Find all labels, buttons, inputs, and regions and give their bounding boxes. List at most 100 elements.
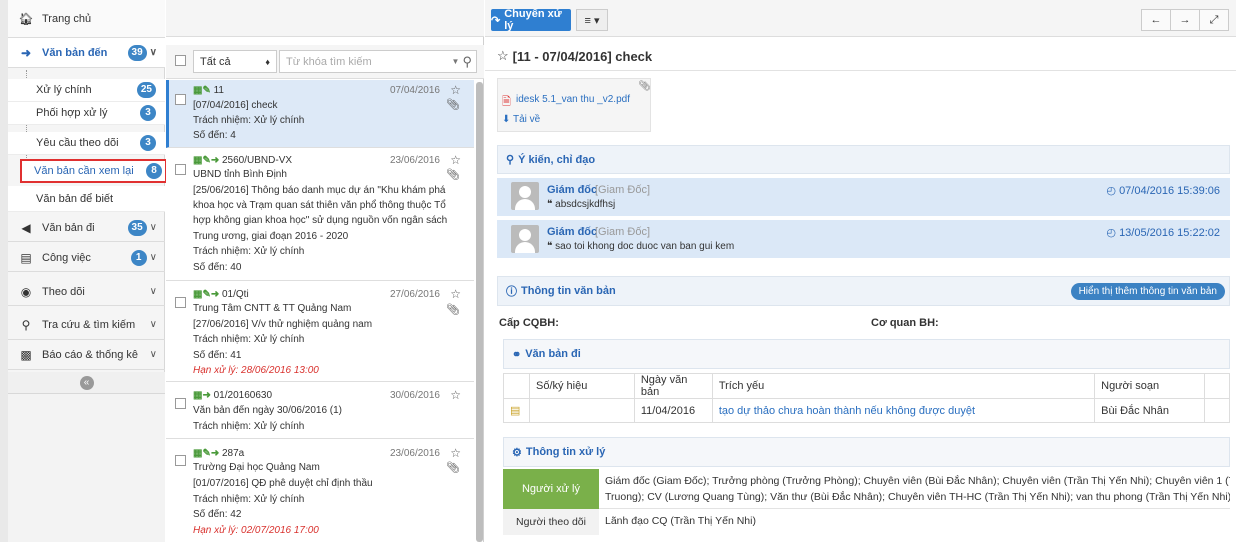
divider [485, 70, 1236, 71]
list-item[interactable]: ▦✎➜ 2560/UBND-VX 23/06/2016 ☆ 📎︎ UBND tỉ… [166, 149, 474, 281]
eye-icon: ◉ [20, 284, 32, 299]
star-icon[interactable]: ☆ [450, 446, 461, 460]
sidebar-item-incoming[interactable]: ➜ Văn bản đến 39 ∨ [8, 38, 165, 68]
select-arrows-icon: ♦ [265, 56, 270, 67]
search-icon[interactable]: ⚲ [462, 54, 472, 70]
pdf-icon: 🗎︎ [502, 96, 511, 108]
document-forward-icons: ▦✎➜ [193, 289, 220, 300]
list-item[interactable]: ▦✎➜ 287a 23/06/2016 ☆ 📎︎ Trường Đại học … [166, 440, 474, 542]
document-info-header: ⓘ Thông tin văn bản Hiển thị thêm thông … [497, 276, 1230, 306]
comment-item: Giám đốc [Giam Đốc] ❝ absdcsjkdfhsj ◴ 07… [497, 178, 1230, 216]
arrow-left-icon[interactable]: ← [1142, 10, 1171, 30]
list-scrollbar[interactable] [476, 82, 483, 542]
follower-value: Lãnh đạo CQ (Trần Thị Yến Nhi) [605, 515, 756, 527]
arrow-circle-left-icon: ◀ [21, 220, 31, 235]
table-header-row: Số/ký hiệu Ngày văn bản Trích yếu Người … [503, 373, 1231, 399]
count-badge: 8 [146, 163, 162, 179]
outgoing-count-badge: 35 [127, 219, 147, 236]
detail-toolbar: ↷ Chuyển xử lý ≡ ▾ ← → ⤢ [485, 0, 1236, 37]
attachment-icon: 📎︎ [638, 81, 651, 92]
quote-icon: ❝ [547, 241, 553, 252]
collapse-icon[interactable]: « [79, 375, 94, 390]
sidebar-collapse-bar: « [8, 372, 165, 394]
sidebar-subitem-coordinate[interactable]: Phối hợp xử lý 3 [8, 102, 165, 125]
clock-icon: ◴ [1106, 185, 1116, 197]
comment-item: Giám đốc [Giam Đốc] ❝ sao toi khong doc … [497, 220, 1230, 258]
tasks-count-badge: 1 [130, 249, 147, 266]
chevron-down-icon: ∨ [149, 222, 157, 233]
chevron-down-icon: ∨ [149, 319, 157, 330]
item-checkbox[interactable] [175, 297, 186, 308]
document-detail-pane: ↷ Chuyển xử lý ≡ ▾ ← → ⤢ ☆ [11 - 07/04/2… [485, 0, 1236, 542]
item-checkbox[interactable] [175, 398, 186, 409]
show-more-info-button[interactable]: Hiển thị thêm thông tin văn bản [1070, 283, 1225, 300]
expand-icon[interactable]: ⤢ [1200, 10, 1228, 30]
star-icon[interactable]: ☆ [450, 287, 461, 301]
document-summary-link[interactable]: tạo dự thảo chưa hoàn thành nếu không đư… [711, 398, 1096, 423]
search-input[interactable]: Từ khóa tìm kiếm [286, 56, 452, 68]
star-icon[interactable]: ☆ [450, 83, 461, 97]
document-forward-icons: ▦✎➜ [193, 155, 220, 166]
info-icon: ⓘ [506, 286, 517, 298]
item-checkbox[interactable] [175, 164, 186, 175]
select-all-checkbox[interactable] [175, 55, 186, 66]
lightbulb-icon: ⚲ [506, 154, 515, 166]
opinions-header: ⚲ Ý kiến, chỉ đạo [497, 145, 1230, 174]
sidebar-subitem-follow-request[interactable]: Yêu cầu theo dõi 3 [8, 132, 165, 155]
search-icon: ⚲ [21, 317, 31, 332]
sidebar-item-follow[interactable]: ◉ Theo dõi ∨ [8, 278, 165, 306]
page-title: ☆ [11 - 07/04/2016] check [497, 48, 653, 64]
sidebar-empty-area [8, 394, 165, 542]
outgoing-docs-table: Số/ký hiệu Ngày văn bản Trích yếu Người … [503, 373, 1231, 423]
sidebar-item-tasks[interactable]: ▤ Công việc 1 ∨ [8, 244, 165, 272]
forward-button[interactable]: ↷ Chuyển xử lý [491, 8, 571, 32]
chevron-down-icon: ∨ [149, 349, 157, 360]
search-field[interactable]: Từ khóa tìm kiếm ▼ ⚲ [279, 50, 477, 73]
menu-dropdown-button[interactable]: ≡ ▾ [576, 9, 608, 31]
star-icon[interactable]: ☆ [497, 48, 509, 64]
incoming-count-badge: 39 [127, 44, 147, 61]
arrow-right-icon[interactable]: → [1171, 10, 1200, 30]
chevron-down-icon: ∨ [149, 47, 157, 58]
list-item[interactable]: ▦➜ 01/20160630 30/06/2016 ☆ Văn bản đến … [166, 383, 474, 439]
filter-select[interactable]: Tất cả ♦ [193, 50, 277, 73]
sidebar-item-search[interactable]: ⚲ Tra cứu & tìm kiếm ∨ [8, 310, 165, 340]
count-badge: 25 [136, 82, 156, 98]
sidebar-subitem-fyi[interactable]: Văn bản để biết [8, 186, 165, 212]
document-list-pane: Tất cả ♦ Từ khóa tìm kiếm ▼ ⚲ ▦✎ 11 07/0… [166, 0, 484, 542]
share-icon: ↷ [491, 14, 501, 27]
home-icon: 🏠︎ [18, 11, 34, 26]
item-checkbox[interactable] [175, 94, 186, 105]
attachment-card: 📎︎ 🗎︎ idesk 5.1_van thu _v2.pdf ⬇ Tải về [497, 78, 651, 132]
list-top-bar [166, 0, 484, 37]
gear-icon: ⚙ [512, 446, 522, 459]
dropdown-caret-icon[interactable]: ▼ [452, 57, 460, 66]
sidebar-item-outgoing[interactable]: ◀ Văn bản đi 35 ∨ [8, 214, 165, 242]
handler-label: Người xử lý [503, 469, 599, 509]
attachment-icon: 📎︎ [446, 304, 460, 316]
list-item[interactable]: ▦✎ 11 07/04/2016 ☆ 📎︎ [07/04/2016] check… [166, 80, 474, 148]
list-item[interactable]: ▦✎➜ 01/Qti 27/06/2016 ☆ 📎︎ Trung Tâm CNT… [166, 282, 474, 382]
document-icon: ▤ [503, 398, 530, 423]
clock-icon: ◴ [1106, 227, 1116, 239]
attachment-icon: 📎︎ [446, 169, 460, 181]
sidebar-item-home[interactable]: 🏠︎ Trang chủ [8, 0, 165, 38]
handler-value: Giám đốc (Giam Đốc); Trưởng phòng (Trưởn… [599, 469, 1230, 509]
star-icon[interactable]: ☆ [450, 153, 461, 167]
sidebar-subitem-main[interactable]: Xử lý chính 25 [8, 79, 165, 102]
document-forward-icons: ▦✎➜ [193, 448, 220, 459]
chevron-down-icon: ∨ [149, 286, 157, 297]
list-filter-bar: Tất cả ♦ Từ khóa tìm kiếm ▼ ⚲ [166, 45, 484, 79]
attachment-link[interactable]: idesk 5.1_van thu _v2.pdf [516, 94, 630, 105]
attachment-icon: 📎︎ [446, 462, 460, 474]
count-badge: 3 [140, 105, 156, 121]
document-forward-icons: ▦➜ [193, 390, 211, 401]
download-link[interactable]: ⬇ Tải về [502, 114, 540, 125]
window-edge [0, 0, 8, 542]
star-icon[interactable]: ☆ [450, 388, 461, 402]
sidebar-subitem-review[interactable]: Văn bản cần xem lại 8 [20, 159, 167, 183]
sidebar-item-reports[interactable]: ▩ Báo cáo & thống kê ∨ [8, 340, 165, 370]
item-checkbox[interactable] [175, 455, 186, 466]
avatar [511, 182, 539, 210]
table-row[interactable]: ▤ 11/04/2016 tạo dự thảo chưa hoàn thành… [503, 398, 1231, 423]
